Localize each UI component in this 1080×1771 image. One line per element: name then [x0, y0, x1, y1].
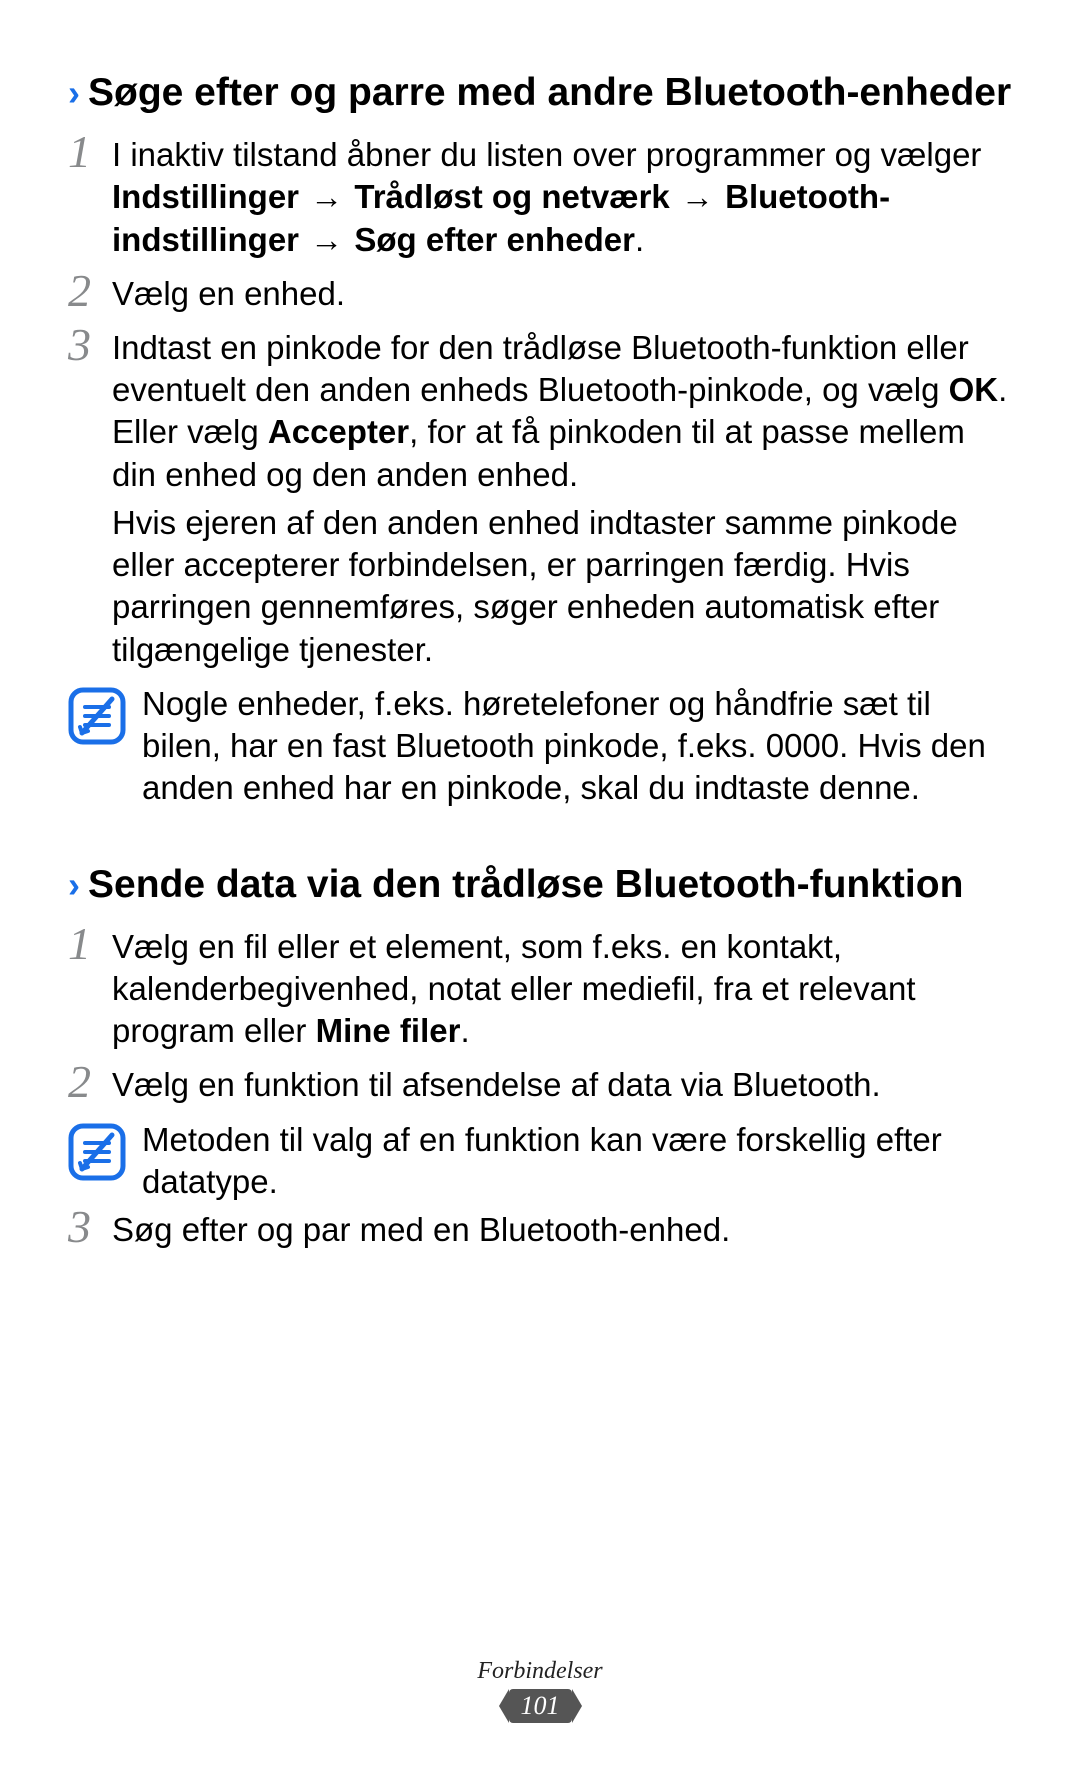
step-body: Indtast en pinkode for den trådløse Blue… — [112, 327, 1012, 677]
arrow-icon: → — [308, 176, 345, 218]
heading-text: Sende data via den trådløse Bluetooth-fu… — [88, 862, 963, 908]
step1-suffix: . — [635, 221, 644, 258]
s2-step1b: . — [460, 1012, 469, 1049]
step-body: Vælg en fil eller et element, som f.eks.… — [112, 926, 1012, 1059]
note-method-varies: Metoden til valg af en funktion kan være… — [68, 1119, 1012, 1203]
nav-sog-enheder: Søg efter enheder — [354, 221, 635, 258]
step-body: Vælg en funktion til afsendelse af data … — [112, 1064, 1012, 1112]
note-icon — [68, 1123, 126, 1181]
manual-page: › Søge efter og parre med andre Bluetoot… — [0, 0, 1080, 1771]
footer-section-name: Forbindelser — [0, 1658, 1080, 1685]
chevron-right-icon: › — [68, 862, 80, 908]
note-fixed-pin: Nogle enheder, f.eks. høretelefoner og h… — [68, 683, 1012, 810]
step-number: 1 — [68, 921, 112, 967]
step-3: 3 Indtast en pinkode for den trådløse Bl… — [68, 327, 1012, 677]
step-number: 3 — [68, 322, 112, 368]
page-footer: Forbindelser 101 — [0, 1658, 1080, 1723]
page-number-badge: 101 — [509, 1689, 572, 1723]
arrow-icon: → — [308, 219, 345, 261]
step-number: 1 — [68, 129, 112, 175]
s2-step2-text: Vælg en funktion til afsendelse af data … — [112, 1064, 1012, 1106]
section-heading-send-data: › Sende data via den trådløse Bluetooth-… — [68, 862, 1012, 908]
s2-step1a: Vælg en fil eller et element, som f.eks.… — [112, 928, 916, 1049]
step3-p1a: Indtast en pinkode for den trådløse Blue… — [112, 329, 969, 408]
note-icon — [68, 687, 126, 745]
heading-text: Søge efter og parre med andre Bluetooth-… — [88, 70, 1011, 116]
nav-indstillinger: Indstillinger — [112, 178, 299, 215]
chevron-right-icon: › — [68, 70, 80, 116]
note-text: Metoden til valg af en funktion kan være… — [142, 1119, 1012, 1203]
nav-traadlost: Trådløst og netværk — [354, 178, 669, 215]
ok-label: OK — [949, 371, 999, 408]
note-text: Nogle enheder, f.eks. høretelefoner og h… — [142, 683, 1012, 810]
step-number: 2 — [68, 1059, 112, 1105]
step-1-send: 1 Vælg en fil eller et element, som f.ek… — [68, 926, 1012, 1059]
section-heading-pair-devices: › Søge efter og parre med andre Bluetoot… — [68, 70, 1012, 116]
step-body: Søg efter og par med en Bluetooth-enhed. — [112, 1209, 1012, 1257]
accept-label: Accepter — [268, 413, 409, 450]
step-3-send: 3 Søg efter og par med en Bluetooth-enhe… — [68, 1209, 1012, 1257]
step-number: 3 — [68, 1204, 112, 1250]
step-body: Vælg en enhed. — [112, 273, 1012, 321]
arrow-icon: → — [679, 176, 716, 218]
s2-step3-text: Søg efter og par med en Bluetooth-enhed. — [112, 1209, 1012, 1251]
step2-text: Vælg en enhed. — [112, 273, 1012, 315]
step-number: 2 — [68, 268, 112, 314]
step1-prefix: I inaktiv tilstand åbner du listen over … — [112, 136, 981, 173]
step-body: I inaktiv tilstand åbner du listen over … — [112, 134, 1012, 267]
step-2: 2 Vælg en enhed. — [68, 273, 1012, 321]
mine-filer-label: Mine filer — [316, 1012, 461, 1049]
step-1: 1 I inaktiv tilstand åbner du listen ove… — [68, 134, 1012, 267]
step3-p2: Hvis ejeren af den anden enhed indtaster… — [112, 502, 1012, 671]
step-2-send: 2 Vælg en funktion til afsendelse af dat… — [68, 1064, 1012, 1112]
